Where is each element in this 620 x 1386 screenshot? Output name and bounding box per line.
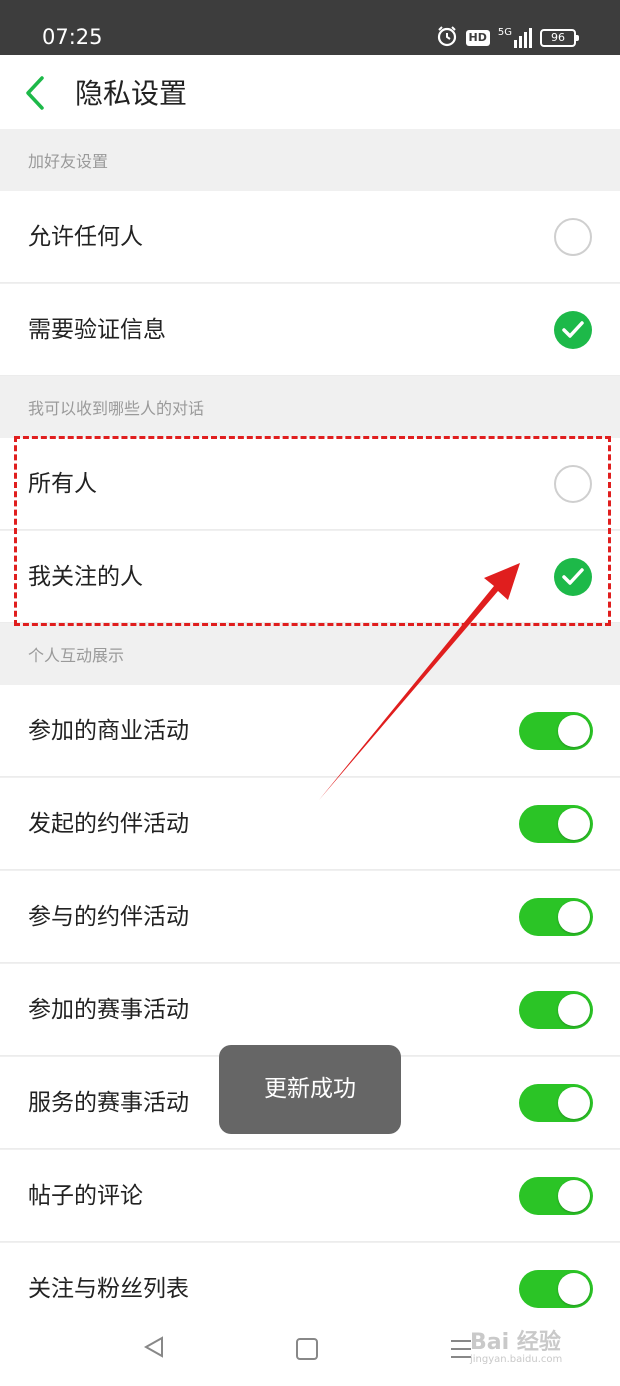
nav-home-icon[interactable] bbox=[296, 1338, 318, 1360]
toggle-switch[interactable] bbox=[519, 805, 593, 843]
toggle-label: 帖子的评论 bbox=[28, 1183, 143, 1209]
toggle-row-initiated-companion[interactable]: 发起的约伴活动 bbox=[0, 778, 620, 870]
toggle-row-business-activities[interactable]: 参加的商业活动 bbox=[0, 685, 620, 777]
toggle-knob bbox=[558, 1273, 590, 1305]
status-icons: HD 5G 96 bbox=[436, 24, 579, 52]
privacy-settings-screen: 07:25 HD 5G 96 隐私设置 加好友设置 允许任何人 需要验证信息 我… bbox=[0, 0, 620, 1386]
toggle-label: 参加的赛事活动 bbox=[28, 997, 189, 1023]
signal-icon: 5G bbox=[498, 28, 532, 48]
toggle-switch[interactable] bbox=[519, 712, 593, 750]
option-allow-anyone[interactable]: 允许任何人 bbox=[0, 191, 620, 283]
toggle-label: 参与的约伴活动 bbox=[28, 904, 189, 930]
watermark-url: jingyan.baidu.com bbox=[470, 1354, 563, 1365]
radio-checked-icon[interactable] bbox=[554, 311, 592, 349]
toggle-knob bbox=[558, 715, 590, 747]
toggle-label: 关注与粉丝列表 bbox=[28, 1276, 189, 1302]
header-bar: 隐私设置 bbox=[0, 55, 620, 129]
baidu-watermark: Bai 经验 jingyan.baidu.com bbox=[470, 1324, 562, 1365]
toggle-knob bbox=[558, 808, 590, 840]
alarm-icon bbox=[436, 25, 458, 51]
option-label: 允许任何人 bbox=[28, 224, 143, 250]
system-nav-bar: Bai 经验 jingyan.baidu.com bbox=[0, 1318, 620, 1386]
section-title-conversations: 我可以收到哪些人的对话 bbox=[28, 399, 205, 418]
section-title-add-friend: 加好友设置 bbox=[28, 152, 109, 171]
toggle-switch[interactable] bbox=[519, 1270, 593, 1308]
network-type-label: 5G bbox=[497, 27, 512, 38]
toggle-switch[interactable] bbox=[519, 991, 593, 1029]
highlight-box bbox=[14, 436, 611, 626]
toggle-row-joined-companion[interactable]: 参与的约伴活动 bbox=[0, 871, 620, 963]
toggle-label: 参加的商业活动 bbox=[28, 718, 189, 744]
watermark-brand: Bai 经验 bbox=[470, 1330, 561, 1355]
radio-unchecked-icon[interactable] bbox=[554, 218, 592, 256]
hd-icon: HD bbox=[465, 30, 490, 46]
status-bar: 07:25 HD 5G 96 bbox=[0, 0, 620, 55]
toggle-row-post-comments[interactable]: 帖子的评论 bbox=[0, 1150, 620, 1242]
toggle-label: 服务的赛事活动 bbox=[28, 1090, 189, 1116]
toast-message: 更新成功 bbox=[219, 1045, 401, 1134]
option-label: 需要验证信息 bbox=[28, 317, 166, 343]
toggle-knob bbox=[558, 1087, 590, 1119]
toggle-knob bbox=[558, 994, 590, 1026]
section-title-interactions: 个人互动展示 bbox=[28, 646, 125, 665]
toggle-knob bbox=[558, 901, 590, 933]
back-arrow-icon[interactable] bbox=[22, 75, 50, 111]
toggle-knob bbox=[558, 1180, 590, 1212]
toggle-row-joined-events[interactable]: 参加的赛事活动 bbox=[0, 964, 620, 1056]
toggle-label: 发起的约伴活动 bbox=[28, 811, 189, 837]
toggle-switch[interactable] bbox=[519, 898, 593, 936]
nav-back-icon[interactable] bbox=[143, 1336, 165, 1362]
option-require-verification[interactable]: 需要验证信息 bbox=[0, 284, 620, 376]
battery-icon: 96 bbox=[540, 29, 579, 47]
toggle-switch[interactable] bbox=[519, 1084, 593, 1122]
status-time: 07:25 bbox=[42, 25, 103, 49]
toggle-switch[interactable] bbox=[519, 1177, 593, 1215]
page-title: 隐私设置 bbox=[75, 77, 188, 110]
